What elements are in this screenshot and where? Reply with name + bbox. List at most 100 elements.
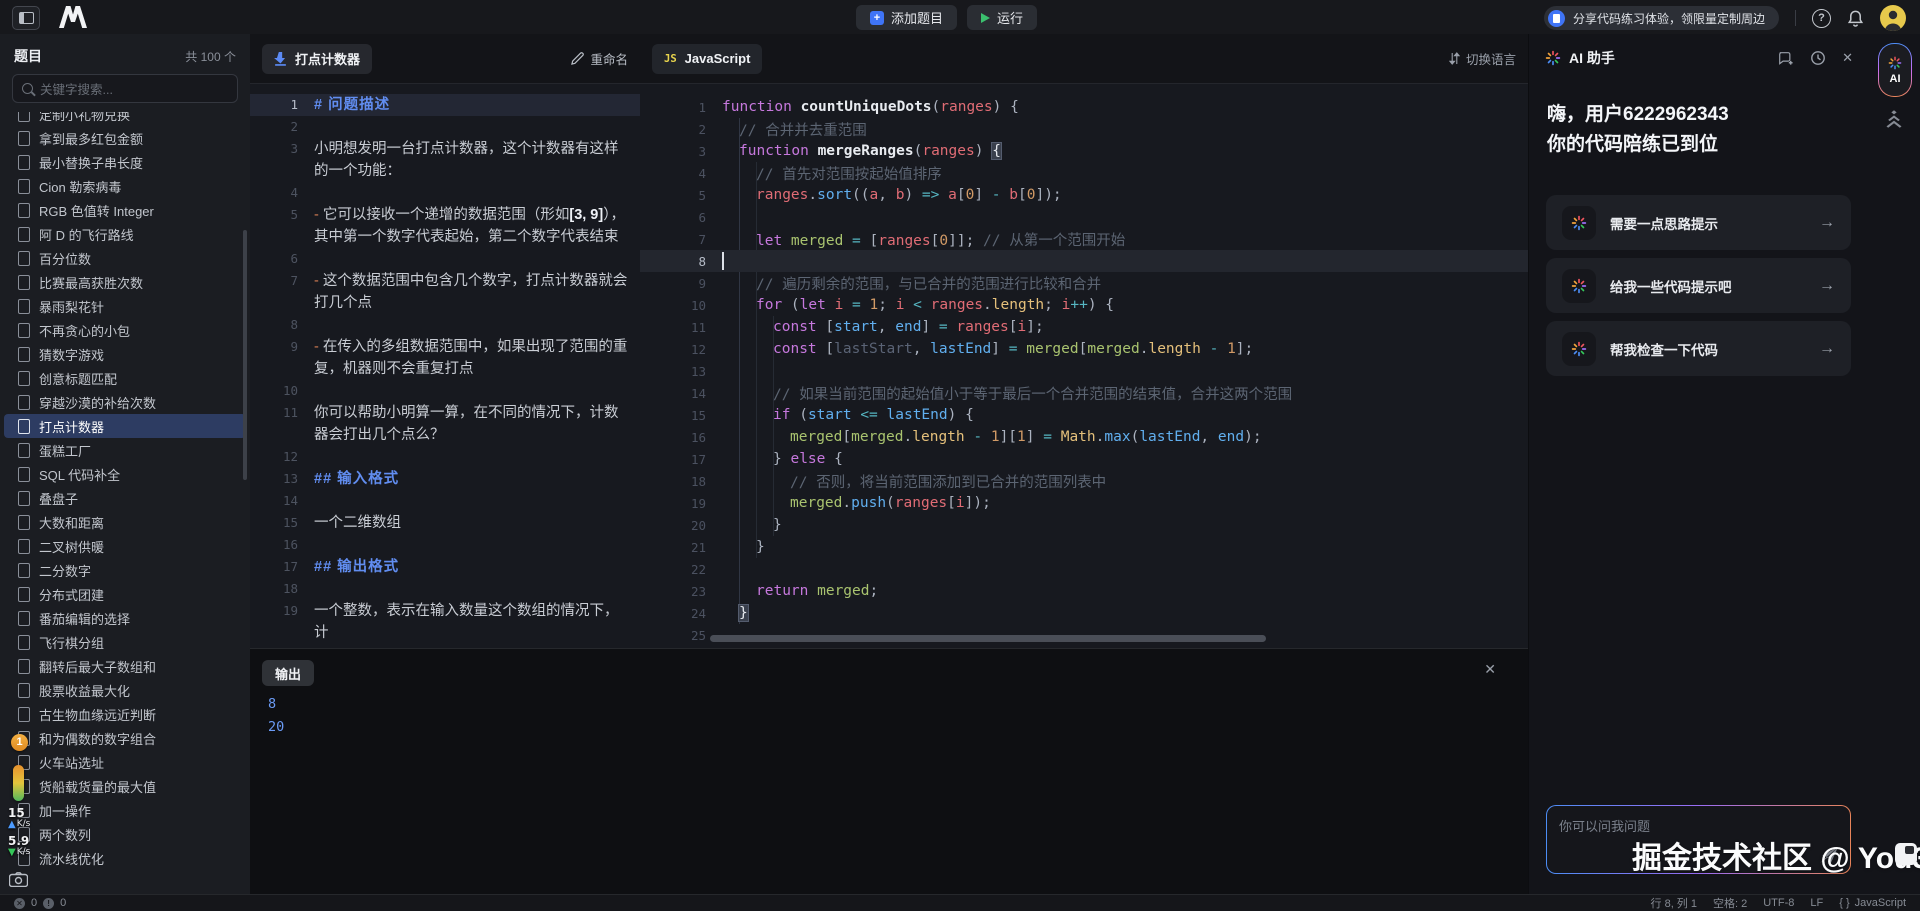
user-avatar[interactable] bbox=[1880, 5, 1906, 31]
rename-button[interactable]: 重命名 bbox=[571, 49, 628, 68]
help-icon[interactable]: ? bbox=[1812, 9, 1831, 28]
markdown-line[interactable]: 19一个整数，表示在输入数量这个数组的情况下，计 bbox=[250, 600, 640, 644]
markdown-line[interactable]: 9- 在传入的多组数据范围中，如果出现了范围的重复，机器则不会重复打点 bbox=[250, 336, 640, 380]
cursor-position[interactable]: 行 8, 列 1 bbox=[1651, 895, 1697, 911]
code-line[interactable]: 14// 如果当前范围的起始值小于等于最后一个合并范围的结束值，合并这两个范围 bbox=[640, 382, 1528, 404]
code-line[interactable]: 5ranges.sort((a, b) => a[0] - b[0]); bbox=[640, 184, 1528, 206]
problem-item[interactable]: 货船载货量的最大值 bbox=[4, 774, 246, 798]
close-output-icon[interactable]: ✕ bbox=[1484, 661, 1496, 678]
eol-setting[interactable]: LF bbox=[1810, 897, 1823, 909]
code-line[interactable]: 17} else { bbox=[640, 448, 1528, 470]
problem-item[interactable]: 拿到最多红包金额 bbox=[4, 126, 246, 150]
markdown-line[interactable]: 5- 它可以接收一个递增的数据范围（形如[3, 9]），其中第一个数字代表起始，… bbox=[250, 204, 640, 248]
problem-item[interactable]: 定制小礼物兑换 bbox=[4, 112, 246, 126]
code-line[interactable]: 1function countUniqueDots(ranges) { bbox=[640, 96, 1528, 118]
language-tab[interactable]: JS JavaScript bbox=[652, 44, 762, 74]
code-line[interactable]: 8 bbox=[640, 250, 1528, 272]
code-line[interactable]: 22 bbox=[640, 558, 1528, 580]
close-ai-icon[interactable]: ✕ bbox=[1842, 50, 1853, 66]
code-line[interactable]: 13 bbox=[640, 360, 1528, 382]
code-line[interactable]: 9// 遍历剩余的范围，与已合并的范围进行比较和合并 bbox=[640, 272, 1528, 294]
indentation-setting[interactable]: 空格: 2 bbox=[1713, 895, 1747, 911]
problem-item[interactable]: 二分数字 bbox=[4, 558, 246, 582]
marscode-logo-icon[interactable] bbox=[56, 6, 90, 28]
problem-item[interactable]: 不再贪心的小包 bbox=[4, 318, 246, 342]
problem-item[interactable]: 叠盘子 bbox=[4, 486, 246, 510]
switch-language-button[interactable]: 切换语言 bbox=[1449, 49, 1516, 68]
problem-item[interactable]: SQL 代码补全 bbox=[4, 462, 246, 486]
problem-item[interactable]: 古生物血缘远近判断 bbox=[4, 702, 246, 726]
problem-item[interactable]: 加一操作 bbox=[4, 798, 246, 822]
output-tab[interactable]: 输出 bbox=[262, 660, 314, 686]
problem-item[interactable]: 流水线优化 bbox=[4, 846, 246, 870]
problem-item[interactable]: 比赛最高获胜次数 bbox=[4, 270, 246, 294]
markdown-line[interactable]: 16 bbox=[250, 534, 640, 556]
problem-item[interactable]: 飞行棋分组 bbox=[4, 630, 246, 654]
code-line[interactable]: 11const [start, end] = ranges[i]; bbox=[640, 316, 1528, 338]
ai-suggestion-card[interactable]: 需要一点思路提示→ bbox=[1546, 195, 1851, 250]
code-line[interactable]: 23return merged; bbox=[640, 580, 1528, 602]
markdown-line[interactable]: 17## 输出格式 bbox=[250, 556, 640, 578]
language-mode[interactable]: { } JavaScript bbox=[1839, 897, 1906, 909]
problem-item[interactable]: 两个数列 bbox=[4, 822, 246, 846]
problem-item[interactable]: 蛋糕工厂 bbox=[4, 438, 246, 462]
problem-item[interactable]: RGB 色值转 Integer bbox=[4, 198, 246, 222]
search-input[interactable]: 关键字搜索... bbox=[12, 74, 238, 103]
problem-item[interactable]: 翻转后最大子数组和 bbox=[4, 654, 246, 678]
markdown-line[interactable]: 14 bbox=[250, 490, 640, 512]
code-line[interactable]: 20} bbox=[640, 514, 1528, 536]
problem-item[interactable]: 股票收益最大化 bbox=[4, 678, 246, 702]
code-line[interactable]: 19merged.push(ranges[i]); bbox=[640, 492, 1528, 514]
markdown-line[interactable]: 11你可以帮助小明算一算，在不同的情况下，计数器会打出几个点么？ bbox=[250, 402, 640, 446]
markdown-line[interactable]: 2 bbox=[250, 116, 640, 138]
code-line[interactable]: 15if (start <= lastEnd) { bbox=[640, 404, 1528, 426]
promo-banner[interactable]: 分享代码练习体验，领限量定制周边 bbox=[1544, 6, 1779, 30]
markdown-editor[interactable]: 1# 问题描述23小明想发明一台打点计数器，这个计数器有这样的一个功能：45- … bbox=[250, 84, 640, 648]
code-line[interactable]: 7let merged = [ranges[0]]; // 从第一个范围开始 bbox=[640, 228, 1528, 250]
problem-item[interactable]: Cion 勒索病毒 bbox=[4, 174, 246, 198]
horizontal-scrollbar[interactable] bbox=[710, 635, 1266, 642]
problem-item[interactable]: 大数和距离 bbox=[4, 510, 246, 534]
problem-item[interactable]: 打点计数器 bbox=[4, 414, 246, 438]
juejin-plugin-icon[interactable] bbox=[1884, 110, 1904, 128]
ai-suggestion-card[interactable]: 给我一些代码提示吧→ bbox=[1546, 258, 1851, 313]
history-icon[interactable] bbox=[1810, 50, 1826, 66]
code-line[interactable]: 24} bbox=[640, 602, 1528, 624]
popout-icon[interactable] bbox=[1895, 843, 1917, 865]
bell-icon[interactable] bbox=[1847, 9, 1864, 27]
code-line[interactable]: 4// 首先对范围按起始值排序 bbox=[640, 162, 1528, 184]
code-line[interactable]: 6 bbox=[640, 206, 1528, 228]
ai-rail-button[interactable]: AI bbox=[1878, 43, 1912, 97]
sidebar-scrollbar[interactable] bbox=[243, 230, 247, 480]
problem-item[interactable]: 番茄编辑的选择 bbox=[4, 606, 246, 630]
markdown-line[interactable]: 4 bbox=[250, 182, 640, 204]
problem-item[interactable]: 猜数字游戏 bbox=[4, 342, 246, 366]
encoding-setting[interactable]: UTF-8 bbox=[1763, 897, 1794, 909]
ai-suggestion-card[interactable]: 帮我检查一下代码→ bbox=[1546, 321, 1851, 376]
markdown-line[interactable]: 15一个二维数组 bbox=[250, 512, 640, 534]
problem-item[interactable]: 穿越沙漠的补给次数 bbox=[4, 390, 246, 414]
markdown-line[interactable]: 7- 这个数据范围中包含几个数字，打点计数器就会打几个点 bbox=[250, 270, 640, 314]
markdown-line[interactable]: 13## 输入格式 bbox=[250, 468, 640, 490]
code-line[interactable]: 2// 合并并去重范围 bbox=[640, 118, 1528, 140]
add-problem-button[interactable]: + 添加题目 bbox=[856, 5, 957, 30]
code-line[interactable]: 3function mergeRanges(ranges) { bbox=[640, 140, 1528, 162]
markdown-line[interactable]: 12 bbox=[250, 446, 640, 468]
code-line[interactable]: 18// 否则，将当前范围添加到已合并的范围列表中 bbox=[640, 470, 1528, 492]
new-chat-icon[interactable] bbox=[1778, 51, 1794, 66]
code-editor[interactable]: 1function countUniqueDots(ranges) {2// 合… bbox=[640, 84, 1528, 648]
problem-item[interactable]: 最小替换子串长度 bbox=[4, 150, 246, 174]
problem-item[interactable]: 百分位数 bbox=[4, 246, 246, 270]
markdown-line[interactable]: 18 bbox=[250, 578, 640, 600]
markdown-line[interactable]: 10 bbox=[250, 380, 640, 402]
sidebar-toggle-button[interactable] bbox=[12, 6, 40, 30]
problem-item[interactable]: 分布式团建 bbox=[4, 582, 246, 606]
problem-item[interactable]: 和为偶数的数字组合 bbox=[4, 726, 246, 750]
code-line[interactable]: 16merged[merged.length - 1][1] = Math.ma… bbox=[640, 426, 1528, 448]
code-line[interactable]: 12const [lastStart, lastEnd] = merged[me… bbox=[640, 338, 1528, 360]
problem-item[interactable]: 阿 D 的飞行路线 bbox=[4, 222, 246, 246]
problem-item[interactable]: 创意标题匹配 bbox=[4, 366, 246, 390]
run-button[interactable]: 运行 bbox=[967, 5, 1037, 30]
problem-item[interactable]: 二叉树供暖 bbox=[4, 534, 246, 558]
problem-tab[interactable]: 打点计数器 bbox=[262, 44, 372, 74]
